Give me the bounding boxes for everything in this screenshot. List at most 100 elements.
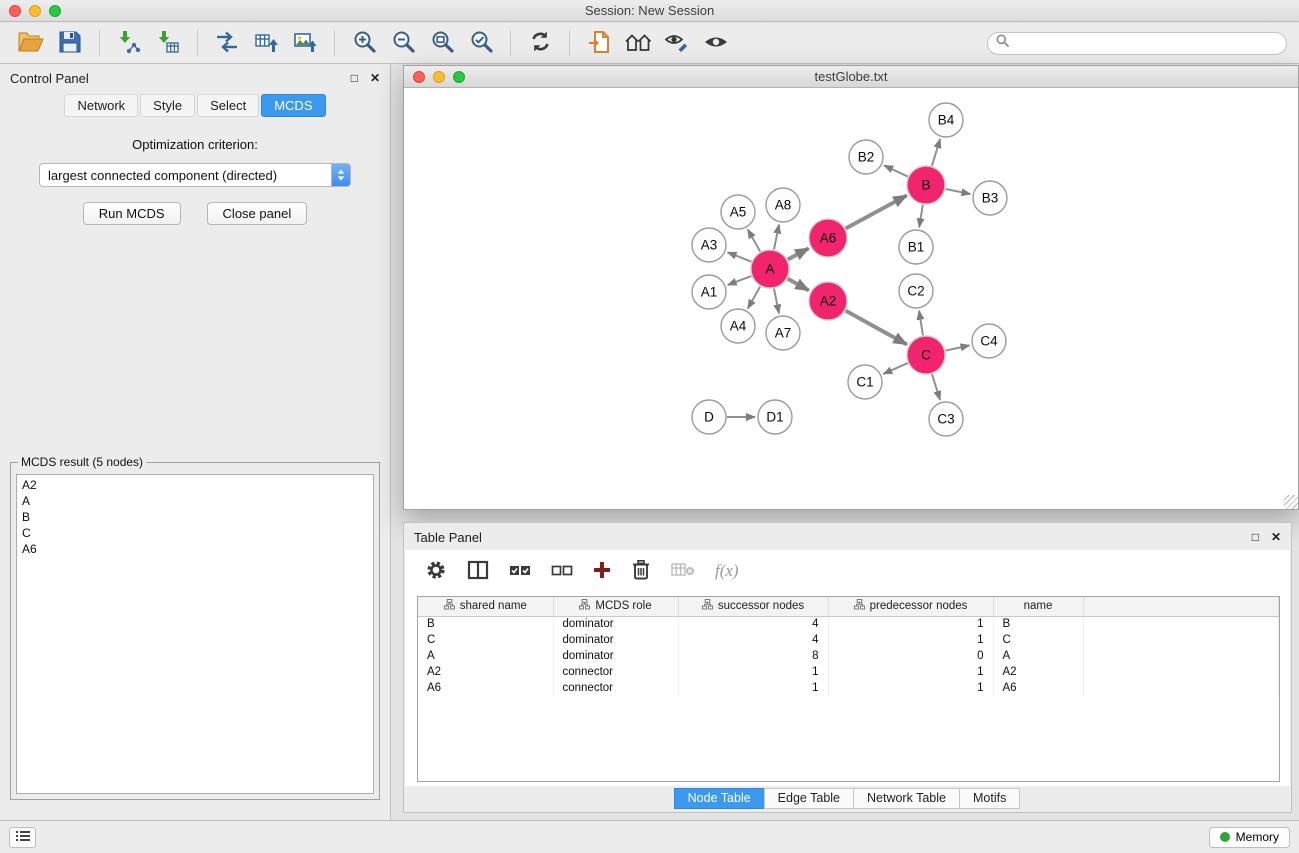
export-table-button[interactable] [247,26,285,60]
node-A5[interactable]: A5 [721,195,755,229]
mcds-result-item[interactable]: A2 [22,477,368,493]
edge-C-C2[interactable] [919,311,923,335]
create-column-button[interactable] [593,556,611,586]
criterion-dropdown[interactable]: largest connected component (directed) [39,163,351,187]
open-session-button[interactable] [12,26,50,60]
node-D[interactable]: D [692,400,726,434]
close-table-panel-button[interactable]: ✕ [1271,531,1281,543]
memory-button[interactable]: Memory [1209,827,1290,848]
edge-A2-C[interactable] [846,311,907,345]
minimize-window-button[interactable] [29,5,41,17]
edge-A-A3[interactable] [728,252,752,261]
node-B[interactable]: B [907,166,945,204]
node-A1[interactable]: A1 [692,275,726,309]
refresh-button[interactable] [521,26,559,60]
float-table-panel-button[interactable]: □ [1252,531,1259,543]
tab-edge-table[interactable]: Edge Table [764,788,854,809]
tab-network-table[interactable]: Network Table [853,788,960,809]
node-A8[interactable]: A8 [766,188,800,222]
close-panel-icon-button[interactable]: ✕ [370,72,380,84]
edge-A-A5[interactable] [748,229,760,251]
tab-select[interactable]: Select [197,94,259,117]
edge-C-C1[interactable] [883,363,907,374]
edge-A-A8[interactable] [774,225,779,250]
edge-A-A1[interactable] [728,276,752,285]
table-row[interactable]: A2connector11A2 [418,664,1279,680]
node-A7[interactable]: A7 [766,316,800,350]
tab-network[interactable]: Network [64,94,138,117]
edge-C-C3[interactable] [932,374,940,400]
node-A3[interactable]: A3 [692,228,726,262]
unselect-all-columns-button[interactable] [551,556,573,586]
table-row[interactable]: Cdominator41C [418,632,1279,648]
tab-motifs[interactable]: Motifs [959,788,1020,809]
edge-B-B2[interactable] [884,165,908,176]
edge-B-B4[interactable] [932,139,940,166]
zoom-fit-button[interactable] [423,26,461,60]
float-panel-button[interactable]: □ [351,72,358,84]
edge-B-B3[interactable] [946,189,971,194]
current-document-button[interactable] [580,26,618,60]
node-C[interactable]: C [907,336,945,374]
node-A4[interactable]: A4 [721,309,755,343]
table-settings-button[interactable] [425,556,447,586]
node-C4[interactable]: C4 [972,324,1006,358]
node-A6[interactable]: A6 [809,219,847,257]
edge-A-A6[interactable] [788,248,809,259]
zoom-in-button[interactable] [345,26,383,60]
mcds-result-item[interactable]: B [22,509,368,525]
tab-node-table[interactable]: Node Table [674,788,765,809]
export-image-button[interactable] [286,26,324,60]
column-header-name[interactable]: name [993,597,1083,616]
tab-mcds[interactable]: MCDS [261,94,325,117]
task-history-button[interactable] [9,827,36,848]
node-A2[interactable]: A2 [809,282,847,320]
column-header-successor-nodes[interactable]: successor nodes [678,597,828,616]
node-A[interactable]: A [751,250,789,288]
mcds-result-item[interactable]: C [22,525,368,541]
table-row[interactable]: Bdominator41B [418,616,1279,632]
select-all-columns-button[interactable] [509,556,531,586]
mcds-result-item[interactable]: A [22,493,368,509]
edge-A-A4[interactable] [748,286,760,308]
window-resize-handle[interactable] [1284,495,1298,509]
node-B1[interactable]: B1 [899,230,933,264]
column-header-mcds-role[interactable]: MCDS role [553,597,678,616]
node-B3[interactable]: B3 [973,181,1007,215]
home-button[interactable] [619,26,657,60]
zoom-selected-button[interactable] [462,26,500,60]
delete-column-button[interactable] [631,556,651,586]
save-session-button[interactable] [51,26,89,60]
node-C1[interactable]: C1 [848,365,882,399]
zoom-out-button[interactable] [384,26,422,60]
mcds-result-item[interactable]: A6 [22,541,368,557]
edge-B-B1[interactable] [919,205,923,228]
annotation-eye-button[interactable] [658,26,696,60]
tab-style[interactable]: Style [140,94,195,117]
node-D1[interactable]: D1 [758,400,792,434]
show-hide-button[interactable] [697,26,735,60]
import-table-button[interactable] [149,26,187,60]
edge-A6-B[interactable] [846,195,907,228]
edge-C-C4[interactable] [946,345,970,350]
delete-table-button[interactable] [671,556,695,586]
run-mcds-button[interactable]: Run MCDS [83,202,181,225]
zoom-window-button[interactable] [49,5,61,17]
close-panel-button[interactable]: Close panel [207,202,308,225]
table-row[interactable]: A6connector11A6 [418,680,1279,696]
network-minimize-button[interactable] [433,71,445,83]
network-canvas[interactable]: B4 B2 B B3 A5 A8 A6 B1 A3 A C2 A1 A2 A4 A7 C4 C C1 C3 D D1 [404,88,1298,509]
network-close-button[interactable] [413,71,425,83]
edge-A-A7[interactable] [774,289,779,314]
node-B4[interactable]: B4 [929,103,963,137]
edge-A-A2[interactable] [788,279,809,291]
column-header-predecessor-nodes[interactable]: predecessor nodes [828,597,993,616]
close-window-button[interactable] [9,5,21,17]
search-input[interactable] [1014,36,1278,50]
node-C2[interactable]: C2 [899,274,933,308]
table-row[interactable]: Adominator80A [418,648,1279,664]
network-zoom-button[interactable] [453,71,465,83]
node-C3[interactable]: C3 [929,402,963,436]
node-B2[interactable]: B2 [849,140,883,174]
import-network-button[interactable] [110,26,148,60]
